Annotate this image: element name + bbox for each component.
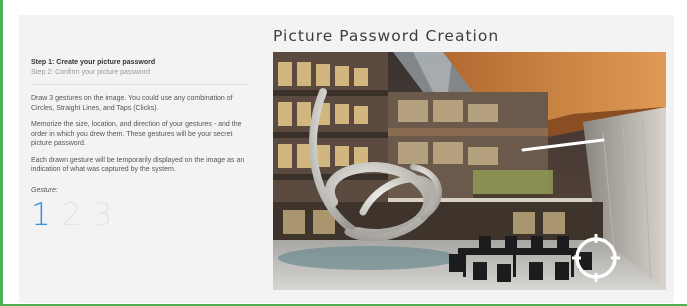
instructions-column: Step 1: Create your picture password Ste… — [31, 58, 249, 232]
divider — [31, 84, 249, 85]
atrium-photo — [273, 52, 666, 290]
step-2-label: Step 2: Confirm your picture password — [31, 69, 151, 76]
picture-password-image[interactable] — [273, 52, 666, 290]
instruction-memorize: Memorize the size, location, and directi… — [31, 121, 242, 147]
gesture-number-2: 2 — [61, 196, 82, 233]
page-title: Picture Password Creation — [273, 27, 500, 45]
gesture-counter: 1 2 3 — [31, 198, 249, 232]
gesture-label: Gesture: — [31, 186, 58, 194]
gesture-number-3: 3 — [92, 196, 113, 233]
gesture-number-1: 1 — [31, 196, 51, 233]
instruction-gestures: Draw 3 gestures on the image. You could … — [31, 95, 233, 112]
step-1-label: Step 1: Create your picture password — [31, 59, 156, 66]
instruction-display: Each drawn gesture will be temporarily d… — [31, 156, 245, 174]
